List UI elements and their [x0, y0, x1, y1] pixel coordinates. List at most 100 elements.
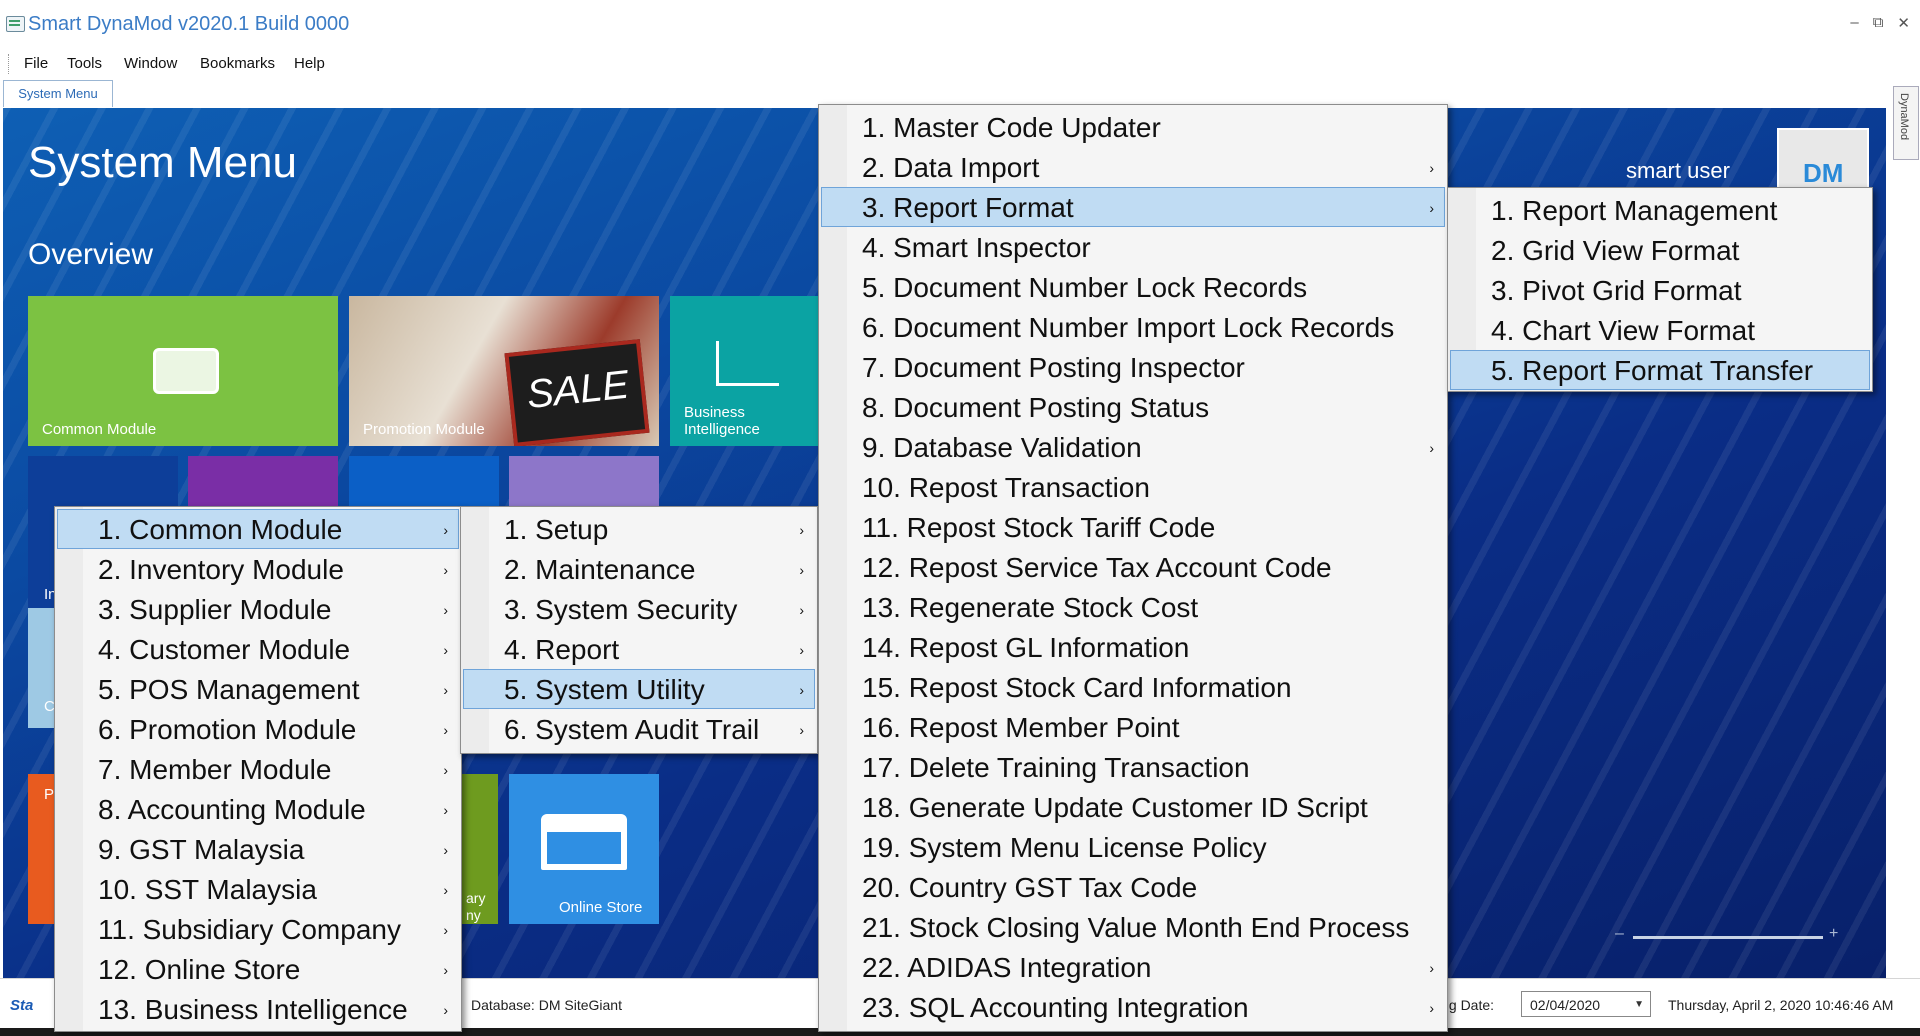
menu-item-label: 7. Member Module — [98, 754, 332, 785]
utility-menu-item-13[interactable]: 13. Regenerate Stock Cost — [821, 587, 1445, 627]
menu-help[interactable]: Help — [294, 55, 325, 72]
submenu-arrow-icon: › — [799, 522, 804, 538]
window-title: Smart DynaMod v2020.1 Build 0000 — [28, 13, 350, 35]
main-menu-item-1[interactable]: 1. Common Module › — [57, 509, 459, 549]
main-menu-item-13[interactable]: 13. Business Intelligence › — [57, 989, 459, 1029]
common-menu-item-2[interactable]: 2. Maintenance › — [463, 549, 815, 589]
main-context-menu: 1. Common Module › 2. Inventory Module › 3. … — [54, 506, 462, 1032]
utility-menu-item-21[interactable]: 21. Stock Closing Value Month End Proces… — [821, 907, 1445, 947]
main-menu-item-5[interactable]: 5. POS Management › — [57, 669, 459, 709]
main-menu-item-4[interactable]: 4. Customer Module › — [57, 629, 459, 669]
menu-window[interactable]: Window — [124, 55, 177, 72]
sale-sign-text: SALE — [524, 362, 631, 418]
utility-menu-item-3[interactable]: 3. Report Format › — [821, 187, 1445, 227]
report-format-menu-item-2[interactable]: 2. Grid View Format — [1450, 230, 1870, 270]
menu-file[interactable]: File — [24, 55, 48, 72]
main-menu-item-3[interactable]: 3. Supplier Module › — [57, 589, 459, 629]
dynamod-side-tab[interactable]: DynaMod — [1893, 86, 1919, 160]
common-menu-item-1[interactable]: 1. Setup › — [463, 509, 815, 549]
menu-item-label: 5. POS Management — [98, 674, 360, 705]
utility-menu-item-19[interactable]: 19. System Menu License Policy — [821, 827, 1445, 867]
utility-menu-item-10[interactable]: 10. Repost Transaction — [821, 467, 1445, 507]
submenu-arrow-icon: › — [799, 722, 804, 738]
main-menu-item-11[interactable]: 11. Subsidiary Company › — [57, 909, 459, 949]
utility-menu-item-12[interactable]: 12. Repost Service Tax Account Code — [821, 547, 1445, 587]
tile-label: Online Store — [559, 899, 643, 916]
close-button[interactable]: ✕ — [1897, 14, 1910, 32]
menu-item-label: 4. Report — [504, 634, 620, 665]
database-label: Database: DM SiteGiant — [471, 997, 622, 1013]
common-menu-item-3[interactable]: 3. System Security › — [463, 589, 815, 629]
menu-item-label: 1. Setup — [504, 514, 609, 545]
submenu-arrow-icon: › — [443, 882, 448, 898]
submenu-arrow-icon: › — [1429, 200, 1434, 216]
utility-menu-item-2[interactable]: 2. Data Import › — [821, 147, 1445, 187]
main-menu-item-9[interactable]: 9. GST Malaysia › — [57, 829, 459, 869]
utility-menu-item-15[interactable]: 15. Repost Stock Card Information — [821, 667, 1445, 707]
menu-bar: File Tools Window Bookmarks Help — [0, 50, 1920, 78]
tile-business-intelligence[interactable]: Business Intelligence — [670, 296, 820, 446]
common-menu-item-5[interactable]: 5. System Utility › — [463, 669, 815, 709]
utility-menu-item-9[interactable]: 9. Database Validation › — [821, 427, 1445, 467]
tile-promotion-module[interactable]: SALE Promotion Module — [349, 296, 659, 446]
main-menu-item-7[interactable]: 7. Member Module › — [57, 749, 459, 789]
menu-item-label: 1. Report Management — [1491, 195, 1778, 226]
utility-menu-item-18[interactable]: 18. Generate Update Customer ID Script — [821, 787, 1445, 827]
zoom-in-button[interactable]: + — [1829, 925, 1838, 943]
utility-menu-item-23[interactable]: 23. SQL Accounting Integration › — [821, 987, 1445, 1027]
utility-menu-item-6[interactable]: 6. Document Number Import Lock Records — [821, 307, 1445, 347]
menu-item-label: 21. Stock Closing Value Month End Proces… — [862, 912, 1410, 943]
tile-online-store[interactable]: Online Store — [509, 774, 659, 924]
menu-item-label: 3. Pivot Grid Format — [1491, 275, 1742, 306]
utility-menu-item-8[interactable]: 8. Document Posting Status — [821, 387, 1445, 427]
restore-button[interactable]: ⧉ — [1873, 14, 1884, 32]
main-menu-item-2[interactable]: 2. Inventory Module › — [57, 549, 459, 589]
tile-common-module[interactable]: Common Module — [28, 296, 338, 446]
utility-menu-item-20[interactable]: 20. Country GST Tax Code — [821, 867, 1445, 907]
main-menu-item-6[interactable]: 6. Promotion Module › — [57, 709, 459, 749]
tile-label: Promotion Module — [363, 421, 485, 438]
report-format-menu-item-1[interactable]: 1. Report Management — [1450, 190, 1870, 230]
chevron-down-icon[interactable]: ▼ — [1634, 992, 1644, 1018]
posting-date-picker[interactable]: 02/04/2020 ▼ — [1521, 991, 1651, 1017]
minimize-button[interactable]: – — [1850, 14, 1858, 32]
menu-tools[interactable]: Tools — [67, 55, 102, 72]
menu-item-label: 3. Report Format — [862, 192, 1074, 223]
report-format-menu-item-3[interactable]: 3. Pivot Grid Format — [1450, 270, 1870, 310]
utility-menu-item-16[interactable]: 16. Repost Member Point — [821, 707, 1445, 747]
utility-menu-item-14[interactable]: 14. Repost GL Information — [821, 627, 1445, 667]
submenu-arrow-icon: › — [443, 562, 448, 578]
common-menu-item-6[interactable]: 6. System Audit Trail › — [463, 709, 815, 749]
main-menu-item-12[interactable]: 12. Online Store › — [57, 949, 459, 989]
tab-system-menu[interactable]: System Menu — [3, 80, 113, 107]
main-menu-item-8[interactable]: 8. Accounting Module › — [57, 789, 459, 829]
menu-item-label: 1. Common Module — [98, 514, 343, 545]
utility-menu-item-22[interactable]: 22. ADIDAS Integration › — [821, 947, 1445, 987]
menu-bookmarks[interactable]: Bookmarks — [200, 55, 275, 72]
main-menu-item-10[interactable]: 10. SST Malaysia › — [57, 869, 459, 909]
zoom-slider[interactable] — [1633, 936, 1823, 939]
menu-item-label: 2. Grid View Format — [1491, 235, 1740, 266]
menu-item-label: 5. System Utility — [504, 674, 705, 705]
menu-item-label: 12. Repost Service Tax Account Code — [862, 552, 1332, 583]
menu-item-label: 3. Supplier Module — [98, 594, 332, 625]
report-format-menu-item-5[interactable]: 5. Report Format Transfer — [1450, 350, 1870, 390]
menu-item-label: 4. Smart Inspector — [862, 232, 1091, 263]
app-icon — [6, 16, 25, 32]
common-menu-item-4[interactable]: 4. Report › — [463, 629, 815, 669]
submenu-arrow-icon: › — [1429, 440, 1434, 456]
utility-menu-item-5[interactable]: 5. Document Number Lock Records — [821, 267, 1445, 307]
menu-item-label: 8. Document Posting Status — [862, 392, 1210, 423]
utility-menu-item-11[interactable]: 11. Repost Stock Tariff Code — [821, 507, 1445, 547]
menu-item-label: 9. GST Malaysia — [98, 834, 305, 865]
utility-menu-item-4[interactable]: 4. Smart Inspector — [821, 227, 1445, 267]
utility-menu-item-17[interactable]: 17. Delete Training Transaction — [821, 747, 1445, 787]
menu-item-label: 7. Document Posting Inspector — [862, 352, 1245, 383]
report-format-menu-item-4[interactable]: 4. Chart View Format — [1450, 310, 1870, 350]
zoom-out-button[interactable]: – — [1615, 925, 1624, 943]
store-icon — [541, 814, 627, 870]
menu-item-label: 13. Regenerate Stock Cost — [862, 592, 1199, 623]
menu-item-label: 5. Document Number Lock Records — [862, 272, 1308, 303]
utility-menu-item-1[interactable]: 1. Master Code Updater — [821, 107, 1445, 147]
utility-menu-item-7[interactable]: 7. Document Posting Inspector — [821, 347, 1445, 387]
